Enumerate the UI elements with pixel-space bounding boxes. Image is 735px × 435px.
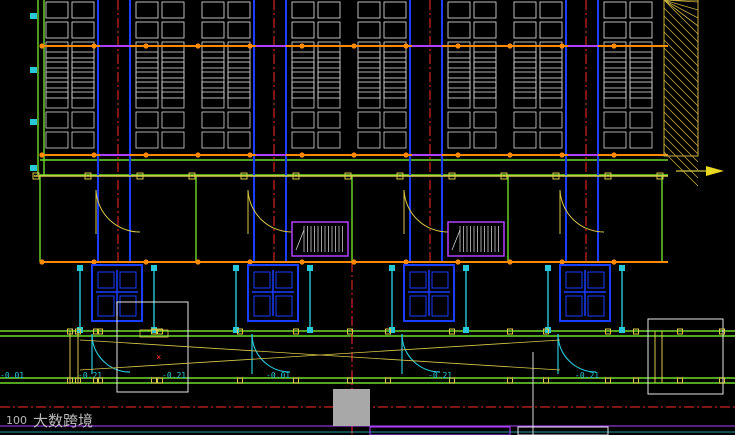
elevation-label: -0.21: [428, 371, 452, 380]
elevation-label: -0.21: [162, 371, 186, 380]
watermark-brand: 大数跨境: [33, 411, 94, 430]
elevation-label: -0.01: [266, 371, 290, 380]
elevation-label: -0.21: [575, 371, 599, 380]
elevation-label: -0.01: [0, 371, 24, 380]
watermark-logo: 100: [6, 413, 27, 427]
cad-drawing-canvas[interactable]: × -0.01 -0.21 -0.21 -0.01 -0.21 -0.21: [0, 0, 735, 435]
svg-text:×: ×: [156, 353, 161, 363]
watermark: 100 大数跨境: [6, 409, 93, 431]
